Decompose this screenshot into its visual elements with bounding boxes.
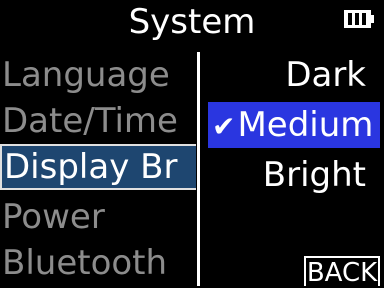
battery-tip bbox=[371, 15, 374, 23]
battery-segment bbox=[348, 13, 352, 25]
brightness-options: Dark ✔Medium Bright bbox=[200, 52, 384, 286]
checkmark-icon: ✔ bbox=[212, 110, 236, 143]
page-title: System bbox=[128, 2, 256, 42]
battery-segment bbox=[362, 13, 366, 25]
settings-menu: Language Date/Time Display Br Power Blue… bbox=[0, 52, 196, 286]
back-button[interactable]: BACK bbox=[304, 256, 380, 288]
device-screen: System Language Date/Time Display Br Pow… bbox=[0, 0, 384, 288]
option-bright[interactable]: Bright bbox=[263, 152, 366, 198]
menu-item-bluetooth[interactable]: Bluetooth bbox=[0, 240, 196, 286]
menu-item-display-brightness[interactable]: Display Br bbox=[0, 144, 196, 190]
menu-item-power[interactable]: Power bbox=[0, 194, 196, 240]
menu-item-date-time[interactable]: Date/Time bbox=[0, 98, 196, 144]
option-medium-label: Medium bbox=[237, 105, 374, 145]
menu-item-language[interactable]: Language bbox=[0, 52, 196, 98]
option-medium[interactable]: ✔Medium bbox=[208, 102, 380, 148]
header-bar: System bbox=[0, 0, 384, 44]
battery-segment bbox=[355, 13, 359, 25]
option-dark[interactable]: Dark bbox=[285, 52, 366, 98]
battery-body bbox=[344, 10, 371, 28]
battery-full-icon bbox=[344, 10, 374, 28]
